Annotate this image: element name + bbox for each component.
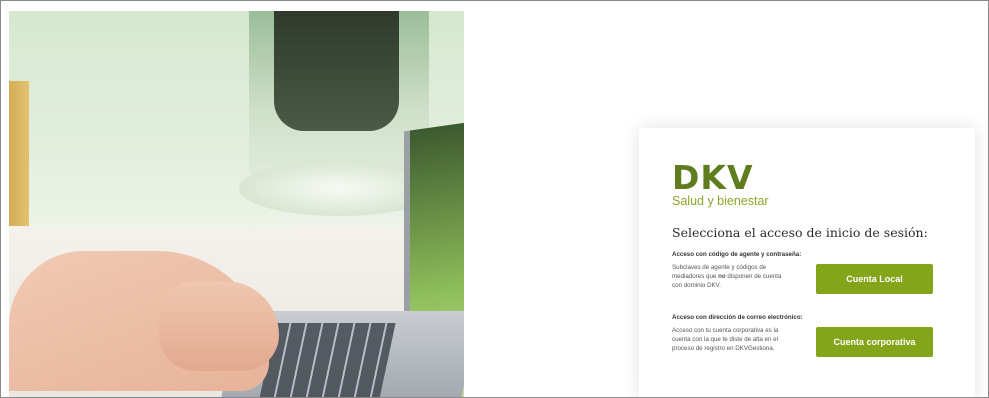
hero-hand (159, 281, 279, 371)
local-account-button[interactable]: Cuenta Local (816, 264, 933, 294)
login-card: DKV Salud y bienestar Selecciona el acce… (639, 128, 975, 397)
hero-image (9, 11, 464, 397)
hero-cup (9, 81, 29, 231)
corporate-access-heading: Acceso con dirección de correo electróni… (672, 314, 803, 321)
local-desc-bold: no (718, 273, 726, 280)
corporate-account-button[interactable]: Cuenta corporativa (816, 327, 933, 357)
hero-plant (274, 11, 399, 131)
page-frame: DKV Salud y bienestar Selecciona el acce… (0, 0, 989, 398)
corporate-access-description: Acceso con tu cuenta corporativa es la c… (672, 327, 779, 352)
local-access-heading: Acceso con código de agente y contraseña… (672, 251, 802, 258)
brand-logo: DKV Salud y bienestar (672, 158, 769, 208)
logo-wordmark: DKV (672, 158, 754, 197)
hero-keyboard (258, 323, 396, 397)
logo-tagline: Salud y bienestar (672, 194, 769, 208)
login-title: Selecciona el acceso de inicio de sesión… (672, 225, 928, 240)
local-access-description: Subclaves de agente y códigos de mediado… (672, 263, 792, 290)
